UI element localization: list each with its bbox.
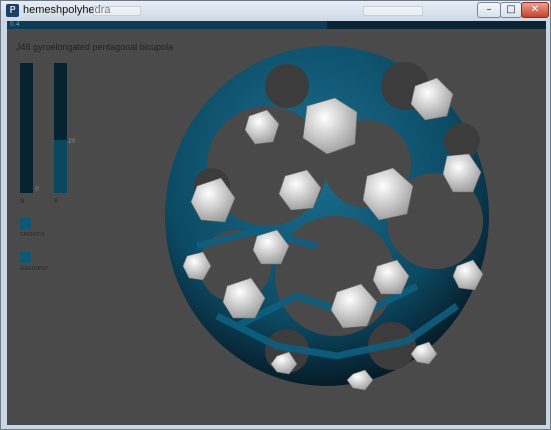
gradient-toggle[interactable] [20,252,31,263]
top-slider[interactable]: 0.4 [7,21,546,29]
gradient-label: GRADIENT [20,266,49,272]
app-window: P hemeshpolyhedra – □ ✕ 0.4 J46 gyroelon… [0,0,551,430]
title-bar[interactable]: P hemeshpolyhedra – □ ✕ [1,1,550,21]
sketch-canvas[interactable]: 0.4 J46 gyroelongated pentagonal bicupol… [7,21,546,425]
polyhedron-title: J46 gyroelongated pentagonal bicupola [16,42,174,52]
ghost-tab [363,6,423,16]
top-slider-value: 0.4 [10,21,20,28]
hole [265,64,309,108]
slider-r-fill [54,140,67,193]
slider-r-label: R [54,198,59,205]
maximize-button[interactable]: □ [500,2,522,18]
top-slider-fill [7,21,327,29]
app-icon: P [6,4,19,17]
ghost-tab [93,6,141,16]
hole [444,123,480,159]
slider-r-value: 20 [68,138,76,145]
slider-n[interactable] [20,63,33,193]
smooth-toggle[interactable] [20,218,31,229]
slider-n-value: 0 [35,186,39,193]
slider-r[interactable] [54,63,67,193]
slider-n-label: N [20,198,25,205]
polyhedron-render[interactable] [157,46,517,396]
close-button[interactable]: ✕ [521,2,549,18]
minimize-button[interactable]: – [477,2,501,18]
smooth-label: SMOOTH [20,232,45,238]
